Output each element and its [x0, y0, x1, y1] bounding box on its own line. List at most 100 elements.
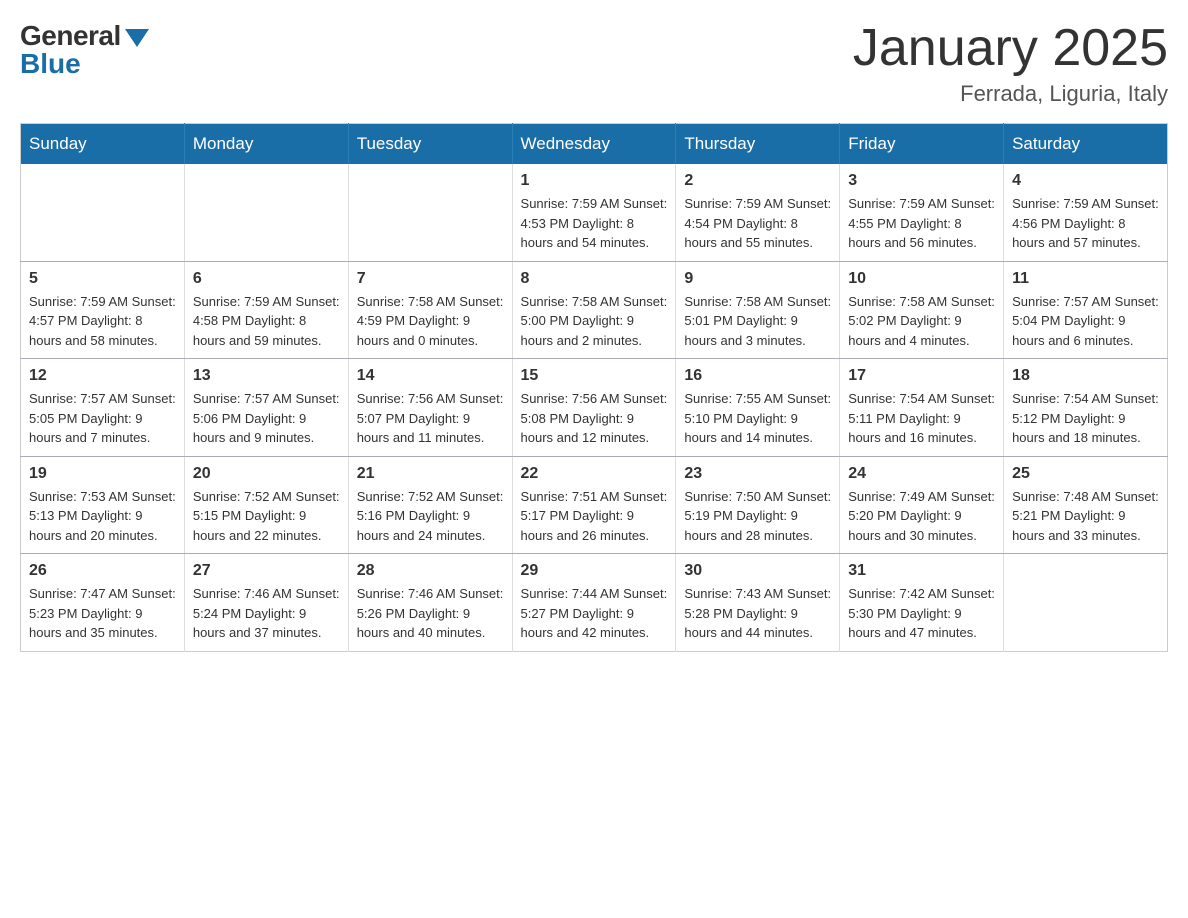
calendar-cell: 21Sunrise: 7:52 AM Sunset: 5:16 PM Dayli…	[348, 456, 512, 554]
calendar-cell: 3 Sunrise: 7:59 AM Sunset: 4:55 PM Daylig…	[840, 164, 1004, 261]
day-info: Sunrise: 7:51 AM Sunset: 5:17 PM Dayligh…	[521, 487, 668, 546]
title-section: January 2025 Ferrada, Liguria, Italy	[853, 20, 1168, 107]
calendar-cell	[184, 164, 348, 261]
day-number: 22	[521, 465, 668, 483]
day-number: 25	[1012, 465, 1159, 483]
day-info: Sunrise: 7:43 AM Sunset: 5:28 PM Dayligh…	[684, 584, 831, 643]
calendar-cell: 31 Sunrise: 7:42 AM Sunset: 5:30 PM Dayli…	[840, 554, 1004, 652]
calendar-cell: 24 Sunrise: 7:49 AM Sunset: 5:20 PM Dayli…	[840, 456, 1004, 554]
weekday-header-thursday: Thursday	[676, 124, 840, 165]
week-row-3: 12Sunrise: 7:57 AM Sunset: 5:05 PM Dayli…	[21, 359, 1168, 457]
calendar-cell: 20 Sunrise: 7:52 AM Sunset: 5:15 PM Dayli…	[184, 456, 348, 554]
day-number: 23	[684, 465, 831, 483]
week-row-1: 1Sunrise: 7:59 AM Sunset: 4:53 PM Daylig…	[21, 164, 1168, 261]
calendar-cell: 1Sunrise: 7:59 AM Sunset: 4:53 PM Daylig…	[512, 164, 676, 261]
calendar-cell: 16 Sunrise: 7:55 AM Sunset: 5:10 PM Dayli…	[676, 359, 840, 457]
day-info: Sunrise: 7:59 AM Sunset: 4:58 PM Dayligh…	[193, 292, 340, 351]
day-info: Sunrise: 7:55 AM Sunset: 5:10 PM Dayligh…	[684, 389, 831, 448]
day-number: 16	[684, 367, 831, 385]
day-info: Sunrise: 7:49 AM Sunset: 5:20 PM Dayligh…	[848, 487, 995, 546]
day-number: 4	[1012, 172, 1159, 190]
day-info: Sunrise: 7:52 AM Sunset: 5:15 PM Dayligh…	[193, 487, 340, 546]
day-info: Sunrise: 7:50 AM Sunset: 5:19 PM Dayligh…	[684, 487, 831, 546]
weekday-header-saturday: Saturday	[1004, 124, 1168, 165]
calendar-cell: 6 Sunrise: 7:59 AM Sunset: 4:58 PM Daylig…	[184, 261, 348, 359]
calendar-cell: 22 Sunrise: 7:51 AM Sunset: 5:17 PM Dayli…	[512, 456, 676, 554]
calendar-cell	[348, 164, 512, 261]
weekday-header-wednesday: Wednesday	[512, 124, 676, 165]
day-info: Sunrise: 7:54 AM Sunset: 5:12 PM Dayligh…	[1012, 389, 1159, 448]
day-info: Sunrise: 7:56 AM Sunset: 5:07 PM Dayligh…	[357, 389, 504, 448]
week-row-2: 5Sunrise: 7:59 AM Sunset: 4:57 PM Daylig…	[21, 261, 1168, 359]
day-info: Sunrise: 7:42 AM Sunset: 5:30 PM Dayligh…	[848, 584, 995, 643]
calendar-cell: 18 Sunrise: 7:54 AM Sunset: 5:12 PM Dayli…	[1004, 359, 1168, 457]
page-header: General Blue January 2025 Ferrada, Ligur…	[20, 20, 1168, 107]
day-number: 13	[193, 367, 340, 385]
day-number: 10	[848, 270, 995, 288]
day-number: 2	[684, 172, 831, 190]
day-number: 30	[684, 562, 831, 580]
day-number: 17	[848, 367, 995, 385]
day-info: Sunrise: 7:58 AM Sunset: 5:02 PM Dayligh…	[848, 292, 995, 351]
day-number: 8	[521, 270, 668, 288]
calendar-cell: 29 Sunrise: 7:44 AM Sunset: 5:27 PM Dayli…	[512, 554, 676, 652]
day-number: 14	[357, 367, 504, 385]
calendar-cell	[21, 164, 185, 261]
week-row-4: 19Sunrise: 7:53 AM Sunset: 5:13 PM Dayli…	[21, 456, 1168, 554]
day-number: 27	[193, 562, 340, 580]
calendar-cell	[1004, 554, 1168, 652]
day-info: Sunrise: 7:53 AM Sunset: 5:13 PM Dayligh…	[29, 487, 176, 546]
day-number: 31	[848, 562, 995, 580]
day-number: 7	[357, 270, 504, 288]
calendar-table: SundayMondayTuesdayWednesdayThursdayFrid…	[20, 123, 1168, 652]
day-number: 12	[29, 367, 176, 385]
day-info: Sunrise: 7:56 AM Sunset: 5:08 PM Dayligh…	[521, 389, 668, 448]
day-info: Sunrise: 7:57 AM Sunset: 5:06 PM Dayligh…	[193, 389, 340, 448]
calendar-cell: 27 Sunrise: 7:46 AM Sunset: 5:24 PM Dayli…	[184, 554, 348, 652]
day-info: Sunrise: 7:59 AM Sunset: 4:55 PM Dayligh…	[848, 194, 995, 253]
calendar-cell: 17 Sunrise: 7:54 AM Sunset: 5:11 PM Dayli…	[840, 359, 1004, 457]
calendar-cell: 26Sunrise: 7:47 AM Sunset: 5:23 PM Dayli…	[21, 554, 185, 652]
calendar-cell: 10 Sunrise: 7:58 AM Sunset: 5:02 PM Dayli…	[840, 261, 1004, 359]
calendar-cell: 11Sunrise: 7:57 AM Sunset: 5:04 PM Dayli…	[1004, 261, 1168, 359]
day-info: Sunrise: 7:59 AM Sunset: 4:57 PM Dayligh…	[29, 292, 176, 351]
day-number: 28	[357, 562, 504, 580]
day-number: 3	[848, 172, 995, 190]
calendar-cell: 25 Sunrise: 7:48 AM Sunset: 5:21 PM Dayli…	[1004, 456, 1168, 554]
calendar-cell: 23 Sunrise: 7:50 AM Sunset: 5:19 PM Dayli…	[676, 456, 840, 554]
day-number: 26	[29, 562, 176, 580]
day-number: 11	[1012, 270, 1159, 288]
calendar-cell: 12Sunrise: 7:57 AM Sunset: 5:05 PM Dayli…	[21, 359, 185, 457]
day-number: 15	[521, 367, 668, 385]
day-info: Sunrise: 7:59 AM Sunset: 4:54 PM Dayligh…	[684, 194, 831, 253]
calendar-cell: 13 Sunrise: 7:57 AM Sunset: 5:06 PM Dayli…	[184, 359, 348, 457]
logo: General Blue	[20, 20, 149, 80]
week-row-5: 26Sunrise: 7:47 AM Sunset: 5:23 PM Dayli…	[21, 554, 1168, 652]
weekday-header-tuesday: Tuesday	[348, 124, 512, 165]
calendar-subtitle: Ferrada, Liguria, Italy	[853, 81, 1168, 107]
logo-blue-text: Blue	[20, 48, 81, 80]
weekday-header-row: SundayMondayTuesdayWednesdayThursdayFrid…	[21, 124, 1168, 165]
weekday-header-monday: Monday	[184, 124, 348, 165]
calendar-cell: 8Sunrise: 7:58 AM Sunset: 5:00 PM Daylig…	[512, 261, 676, 359]
calendar-cell: 9 Sunrise: 7:58 AM Sunset: 5:01 PM Daylig…	[676, 261, 840, 359]
day-number: 29	[521, 562, 668, 580]
day-number: 6	[193, 270, 340, 288]
calendar-cell: 30 Sunrise: 7:43 AM Sunset: 5:28 PM Dayli…	[676, 554, 840, 652]
weekday-header-sunday: Sunday	[21, 124, 185, 165]
day-info: Sunrise: 7:46 AM Sunset: 5:24 PM Dayligh…	[193, 584, 340, 643]
weekday-header-friday: Friday	[840, 124, 1004, 165]
calendar-cell: 7Sunrise: 7:58 AM Sunset: 4:59 PM Daylig…	[348, 261, 512, 359]
day-number: 20	[193, 465, 340, 483]
calendar-cell: 15 Sunrise: 7:56 AM Sunset: 5:08 PM Dayli…	[512, 359, 676, 457]
day-info: Sunrise: 7:48 AM Sunset: 5:21 PM Dayligh…	[1012, 487, 1159, 546]
day-info: Sunrise: 7:54 AM Sunset: 5:11 PM Dayligh…	[848, 389, 995, 448]
day-info: Sunrise: 7:58 AM Sunset: 5:01 PM Dayligh…	[684, 292, 831, 351]
day-number: 9	[684, 270, 831, 288]
day-number: 18	[1012, 367, 1159, 385]
calendar-cell: 19Sunrise: 7:53 AM Sunset: 5:13 PM Dayli…	[21, 456, 185, 554]
calendar-cell: 28Sunrise: 7:46 AM Sunset: 5:26 PM Dayli…	[348, 554, 512, 652]
day-number: 24	[848, 465, 995, 483]
day-info: Sunrise: 7:44 AM Sunset: 5:27 PM Dayligh…	[521, 584, 668, 643]
calendar-title: January 2025	[853, 20, 1168, 77]
